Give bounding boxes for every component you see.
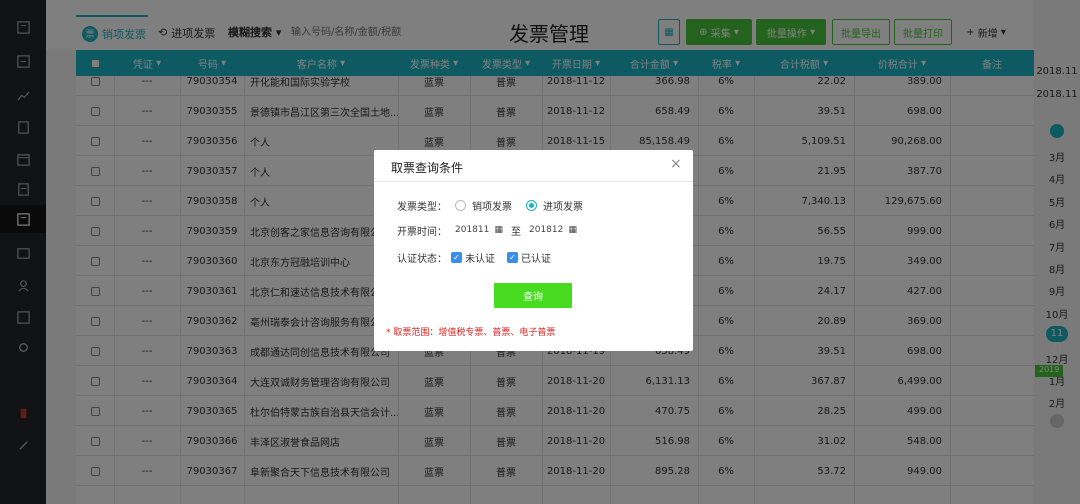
calendar-icon: ▦ xyxy=(494,225,503,235)
date-to-input[interactable]: 201812 ▦ xyxy=(525,221,581,239)
invoice-type-row: 发票类型： 销项发票 进项发票 xyxy=(397,198,583,213)
radio-purchase[interactable]: 进项发票 xyxy=(526,198,583,213)
uncert-label: 未认证 xyxy=(465,254,495,265)
dialog-title: 取票查询条件 xyxy=(391,161,464,175)
checkbox-checked-icon: ✓ xyxy=(451,252,462,263)
date-from-input[interactable]: 201811 ▦ xyxy=(451,221,507,239)
radio-checked-icon xyxy=(526,200,537,211)
date-range-row: 开票时间： 201811 ▦ 至 201812 ▦ xyxy=(397,221,585,239)
radio-icon xyxy=(455,200,466,211)
cert-status-row: 认证状态： ✓ 未认证 ✓ 已认证 xyxy=(397,250,551,265)
date-separator: 至 xyxy=(511,226,521,238)
checkbox-uncertified[interactable]: ✓ 未认证 xyxy=(451,250,495,265)
query-button[interactable]: 查询 xyxy=(494,283,572,308)
radio-sales-label: 销项发票 xyxy=(472,202,512,213)
calendar-icon: ▦ xyxy=(568,225,577,235)
status-label: 认证状态： xyxy=(397,254,447,265)
divider xyxy=(374,181,693,182)
close-icon[interactable]: × xyxy=(670,156,682,172)
checkbox-checked-icon: ✓ xyxy=(507,252,518,263)
query-dialog: 取票查询条件 × 发票类型： 销项发票 进项发票 开票时间： 201811 ▦ 至… xyxy=(374,150,693,351)
radio-sales[interactable]: 销项发票 xyxy=(455,198,512,213)
checkbox-certified[interactable]: ✓ 已认证 xyxy=(507,250,551,265)
cert-label: 已认证 xyxy=(521,254,551,265)
range-note: * 取票范围：增值税专票、普票、电子普票 xyxy=(386,328,556,338)
type-label: 发票类型： xyxy=(397,202,447,213)
time-label: 开票时间： xyxy=(397,226,447,238)
radio-purchase-label: 进项发票 xyxy=(543,202,583,213)
